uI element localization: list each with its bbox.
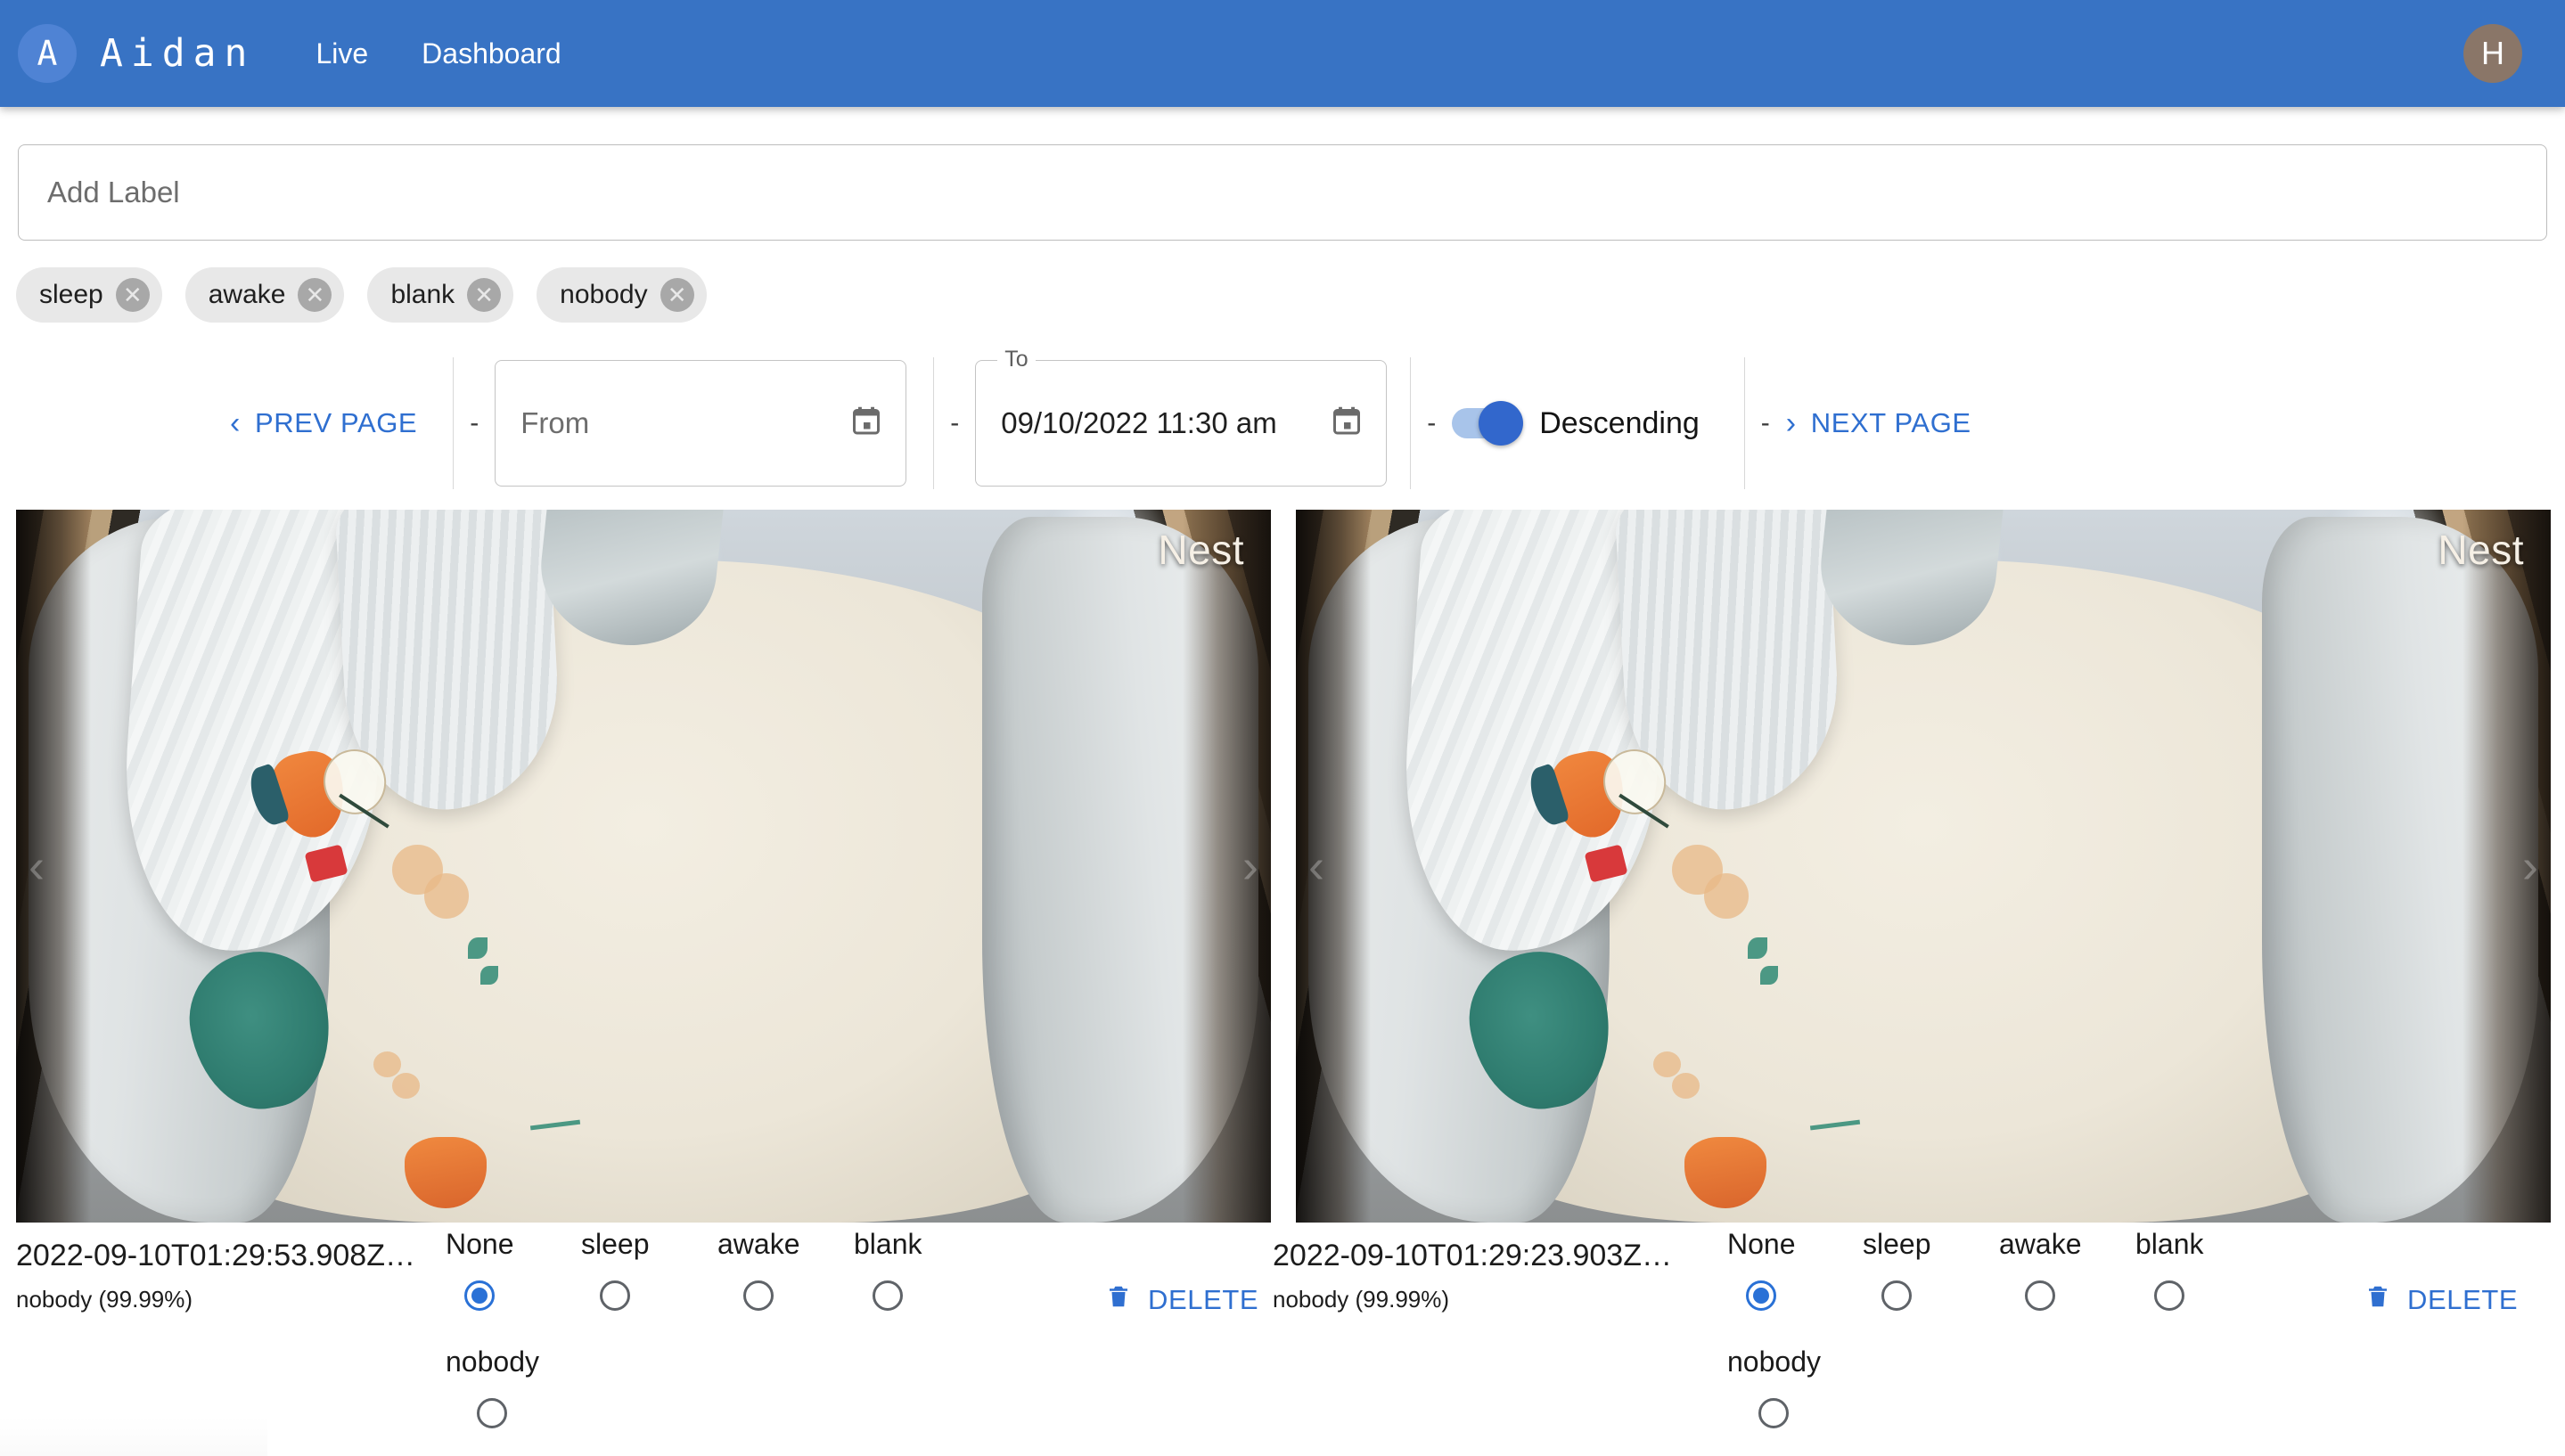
add-label-input[interactable]	[19, 145, 2546, 240]
toolbar-dash: -	[950, 408, 960, 438]
radio-label: awake	[1999, 1228, 2082, 1260]
radio-option-none[interactable]: None	[446, 1228, 514, 1311]
trash-icon	[2364, 1281, 2391, 1319]
snapshot-image	[1296, 510, 2551, 1223]
next-page-label: NEXT PAGE	[1810, 407, 1971, 438]
calendar-icon[interactable]	[850, 405, 882, 443]
radio-option-blank[interactable]: blank	[854, 1228, 922, 1311]
prev-page-button[interactable]: ‹ PREV PAGE	[230, 407, 417, 439]
radio-button[interactable]	[1746, 1280, 1777, 1311]
snapshot-card[interactable]: Nest ‹ ›	[1296, 510, 2551, 1223]
toolbar-dash: -	[1760, 408, 1770, 438]
radio-option-none[interactable]: None	[1727, 1228, 1796, 1311]
toolbar-dash: -	[470, 408, 479, 438]
close-icon[interactable]: ✕	[298, 278, 332, 312]
chip-sleep[interactable]: sleep ✕	[16, 267, 162, 323]
radio-button[interactable]	[1758, 1398, 1790, 1428]
to-date-value: 09/10/2022 11:30 am	[1001, 406, 1277, 439]
toolbar-divider	[1743, 357, 1745, 489]
label-radio-group: None sleep awake blank nobody	[1273, 1228, 2324, 1456]
from-date-field[interactable]: From	[495, 360, 907, 487]
from-date-placeholder: From	[520, 406, 590, 439]
radio-option-sleep[interactable]: sleep	[581, 1228, 650, 1311]
radio-button[interactable]	[477, 1398, 508, 1428]
nav-link-live[interactable]: Live	[316, 37, 368, 70]
chip-label: blank	[390, 280, 455, 309]
nav-link-dashboard[interactable]: Dashboard	[422, 37, 561, 70]
user-avatar[interactable]: H	[2463, 24, 2522, 83]
main-nav: Live Dashboard	[316, 37, 561, 70]
snapshot-card[interactable]: Nest ‹ ›	[16, 510, 1271, 1223]
radio-option-nobody[interactable]: nobody	[446, 1346, 539, 1428]
radio-option-awake[interactable]: awake	[717, 1228, 800, 1311]
chip-awake[interactable]: awake ✕	[184, 267, 345, 323]
radio-button[interactable]	[1881, 1280, 1913, 1311]
toolbar-divider	[453, 357, 455, 489]
to-date-legend: To	[997, 347, 1036, 372]
add-label-field[interactable]	[18, 144, 2547, 241]
radio-option-nobody[interactable]: nobody	[1727, 1346, 1821, 1428]
radio-label: nobody	[1727, 1346, 1821, 1378]
next-page-button[interactable]: › NEXT PAGE	[1786, 407, 1971, 439]
trash-icon	[1105, 1281, 1132, 1319]
radio-label: awake	[717, 1228, 800, 1260]
radio-label: blank	[2135, 1228, 2204, 1260]
label-chips: sleep ✕ awake ✕ blank ✕ nobody ✕	[16, 267, 707, 323]
brand-avatar: A	[18, 24, 77, 83]
calendar-icon[interactable]	[1331, 405, 1363, 443]
radio-label: sleep	[581, 1228, 650, 1260]
toggle-knob	[1479, 401, 1524, 446]
toolbar-dash: -	[1427, 408, 1437, 438]
photo-prev-arrow[interactable]: ‹	[29, 842, 45, 890]
snapshot-grid: Nest ‹ › Nest ‹ ›	[16, 510, 2551, 1223]
filter-toolbar: ‹ PREV PAGE - From - To 09/10/2022 11:30…	[0, 347, 2565, 499]
delete-button-left[interactable]: DELETE	[1105, 1281, 1258, 1319]
chip-label: sleep	[39, 280, 103, 309]
radio-label: nobody	[446, 1346, 539, 1378]
nest-watermark: Nest	[1158, 527, 1244, 573]
close-icon[interactable]: ✕	[660, 278, 694, 312]
radio-label: blank	[854, 1228, 922, 1260]
app-header: A Aidan Live Dashboard H	[0, 0, 2565, 107]
label-radio-group: None sleep awake blank nobody	[0, 1228, 1052, 1456]
radio-option-sleep[interactable]: sleep	[1863, 1228, 1931, 1311]
close-icon[interactable]: ✕	[467, 278, 502, 312]
delete-button-right[interactable]: DELETE	[2364, 1281, 2518, 1319]
chip-label: nobody	[560, 280, 648, 309]
radio-button[interactable]	[2154, 1280, 2185, 1311]
radio-option-blank[interactable]: blank	[2135, 1228, 2204, 1311]
chevron-right-icon: ›	[1785, 406, 1797, 440]
descending-toggle[interactable]	[1452, 401, 1524, 446]
photo-next-arrow[interactable]: ›	[1242, 842, 1258, 890]
radio-label: None	[446, 1228, 514, 1260]
prev-page-label: PREV PAGE	[254, 407, 418, 438]
radio-button[interactable]	[2025, 1280, 2056, 1311]
chip-blank[interactable]: blank ✕	[367, 267, 514, 323]
to-date-field[interactable]: To 09/10/2022 11:30 am	[975, 347, 1388, 487]
delete-label: DELETE	[1148, 1284, 1259, 1315]
radio-label: None	[1727, 1228, 1796, 1260]
radio-button[interactable]	[600, 1280, 631, 1311]
photo-next-arrow[interactable]: ›	[2522, 842, 2538, 890]
nest-watermark: Nest	[2438, 527, 2524, 573]
close-icon[interactable]: ✕	[115, 278, 150, 312]
chip-label: awake	[208, 280, 286, 309]
radio-button[interactable]	[743, 1280, 774, 1311]
snapshot-controls: 2022-09-10T01:29:53.908Z… nobody (99.99%…	[0, 1228, 2565, 1456]
toolbar-divider	[933, 357, 935, 489]
chip-nobody[interactable]: nobody ✕	[537, 267, 707, 323]
sort-order-toggle-group[interactable]: Descending	[1452, 401, 1700, 446]
radio-button[interactable]	[873, 1280, 904, 1311]
toolbar-divider	[1410, 357, 1412, 489]
radio-button[interactable]	[464, 1280, 496, 1311]
radio-label: sleep	[1863, 1228, 1931, 1260]
chevron-left-icon: ‹	[230, 406, 241, 440]
delete-label: DELETE	[2407, 1284, 2519, 1315]
radio-option-awake[interactable]: awake	[1999, 1228, 2082, 1311]
photo-prev-arrow[interactable]: ‹	[1308, 842, 1324, 890]
descending-toggle-label: Descending	[1539, 405, 1700, 440]
snapshot-image	[16, 510, 1271, 1223]
brand-name: Aidan	[100, 31, 256, 76]
